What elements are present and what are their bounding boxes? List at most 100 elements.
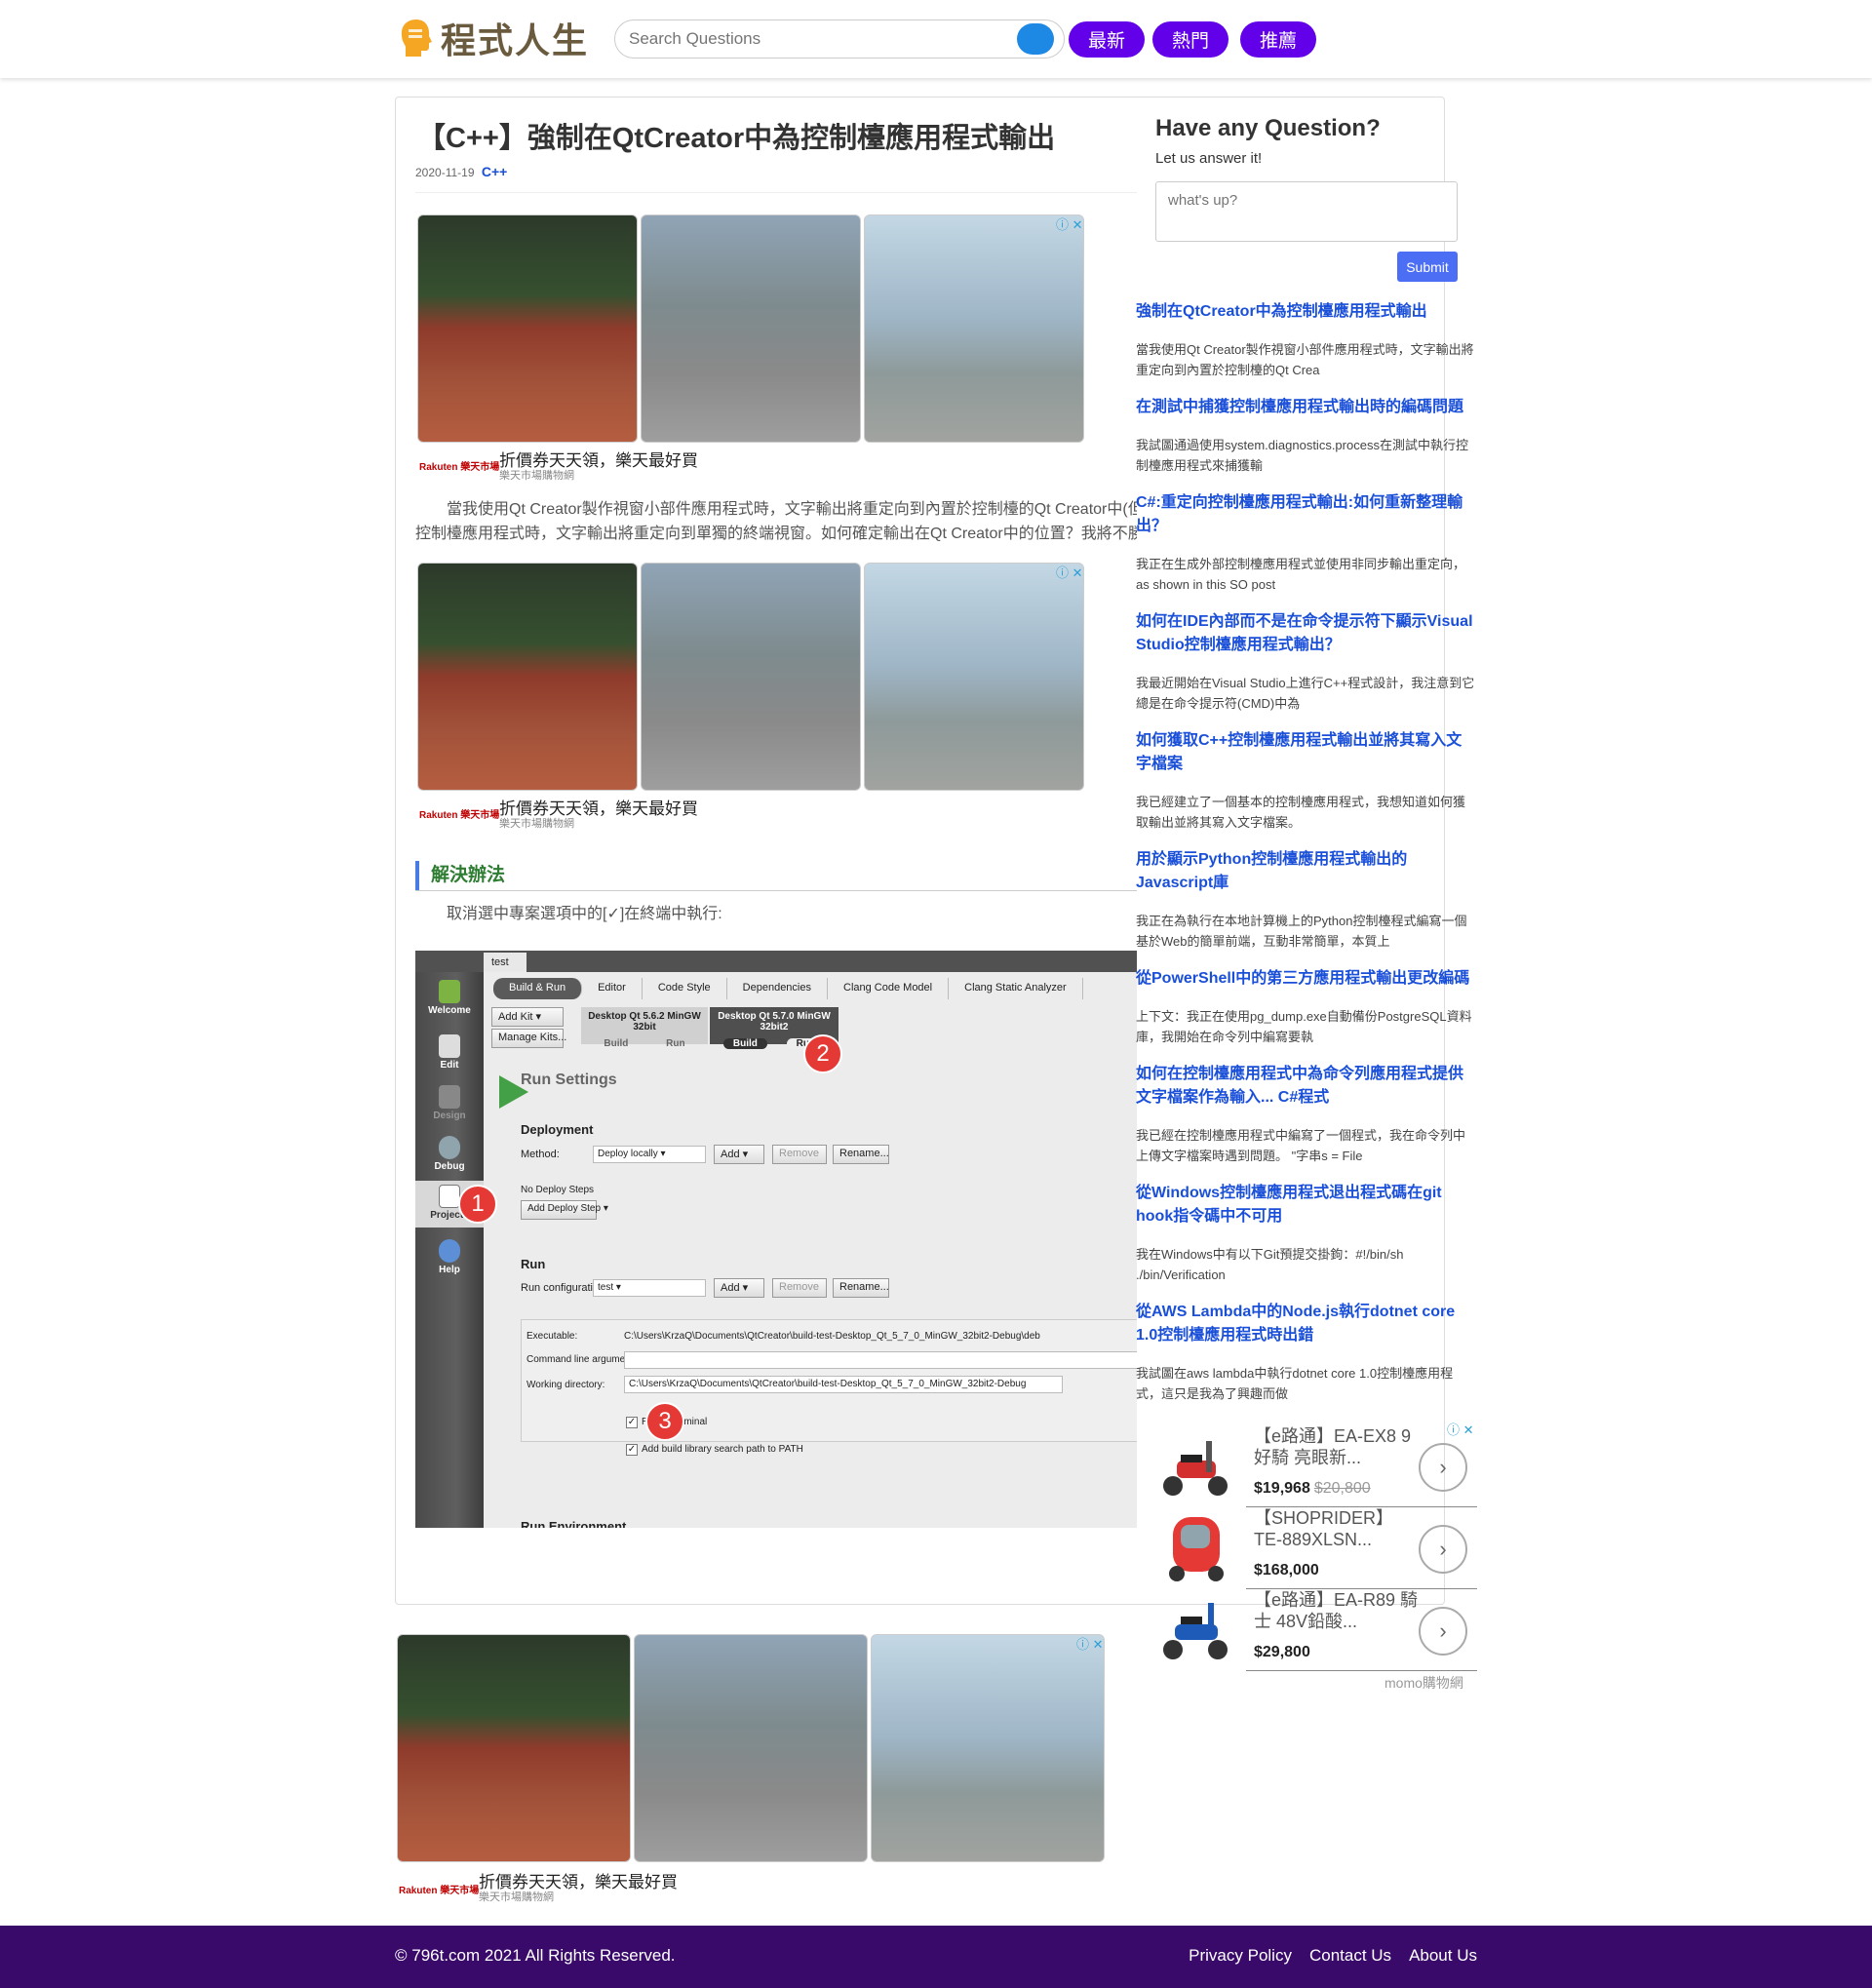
ad-image-tricycle[interactable] [641, 214, 861, 443]
about-us-link[interactable]: About Us [1409, 1946, 1477, 1966]
chevron-right-icon[interactable]: › [1419, 1443, 1467, 1492]
related-link[interactable]: 如何在IDE內部而不是在命令提示符下顯示Visual Studio控制檯應用程式… [1136, 610, 1477, 657]
ad-image-tricycle[interactable] [634, 1634, 868, 1862]
kit-label: Desktop Qt 5.7.0 MinGW 32bit2 [718, 1011, 831, 1033]
rename-button: Rename... [833, 1278, 889, 1298]
working-dir-label: Working directory: [526, 1380, 605, 1390]
chevron-right-icon[interactable]: › [1419, 1525, 1467, 1574]
related-link[interactable]: 從AWS Lambda中的Node.js執行dotnet core 1.0控制檯… [1136, 1301, 1477, 1347]
related-link[interactable]: 如何在控制檯應用程式中為命令列應用程式提供文字檔案作為輸入... C#程式 [1136, 1063, 1477, 1110]
site-header: 程式人生 最新 熱門 推薦 [0, 0, 1872, 78]
divider [1246, 1670, 1477, 1671]
sidebar-label: Help [439, 1265, 460, 1275]
logo-head-icon [398, 18, 435, 58]
category-link[interactable]: C++ [482, 164, 507, 179]
ad-image-blue-tricycle[interactable] [864, 563, 1084, 791]
article-intro-2: 控制檯應用程式時，文字輸出將重定向到單獨的終端視窗。如何確定輸出在Qt Crea… [415, 526, 1137, 542]
privacy-policy-link[interactable]: Privacy Policy [1189, 1946, 1292, 1966]
executable-value: C:\Users\KrzaQ\Documents\QtCreator\build… [624, 1331, 1040, 1342]
ask-title: Have any Question? [1155, 115, 1381, 141]
momo-product[interactable]: 【SHOPRIDER】TE-889XLSN... $168,000 › [1153, 1507, 1477, 1589]
nav-popular-button[interactable]: 熱門 [1152, 21, 1228, 58]
logo-text: 程式人生 [441, 20, 590, 61]
solution-text: 取消選中專案選項中的[✓]在終端中執行: [447, 906, 722, 922]
nav-recommended-button[interactable]: 推薦 [1240, 21, 1316, 58]
related-link[interactable]: 在測試中捕獲控制檯應用程式輸出時的編碼問題 [1136, 396, 1477, 419]
run-config-select: test ▾ [593, 1279, 706, 1297]
related-link[interactable]: C#:重定向控制檯應用程式輸出:如何重新整理輸出？ [1136, 491, 1477, 538]
solution-heading: 解決辦法 [415, 861, 505, 890]
remove-button: Remove [772, 1278, 827, 1298]
ad-close-icon[interactable]: ⓘ ✕ [1056, 214, 1083, 233]
search-input[interactable] [629, 28, 999, 50]
rakuten-logo: Rakuten 樂天市場 [399, 1886, 480, 1896]
ad-banner-2[interactable]: ⓘ ✕ Rakuten 樂天市場 折價券天天領，樂天最好買 樂天市場購物網 [417, 563, 1084, 830]
related-desc: 上下文：我正在使用pg_dump.exe自動備份PostgreSQL資料庫，我開… [1136, 1009, 1472, 1044]
add-button: Add ▾ [714, 1278, 764, 1298]
momo-product-name[interactable]: 【SHOPRIDER】TE-889XLSN... [1254, 1507, 1420, 1550]
design-mode: Design [415, 1085, 484, 1121]
contact-us-link[interactable]: Contact Us [1309, 1946, 1391, 1966]
momo-product[interactable]: 【e路通】EA-EX8 9好騎 亮眼新... $19,968 $20,800 › [1153, 1425, 1477, 1507]
ask-subtitle: Let us answer it! [1155, 150, 1263, 167]
edit-mode: Edit [415, 1034, 484, 1071]
divider [415, 192, 1137, 193]
momo-product[interactable]: 【e路通】EA-R89 騎士 48V鉛酸... $29,800 › [1153, 1589, 1477, 1671]
ad-sub: 樂天市場購物網 [499, 818, 574, 830]
ad-banner-3[interactable]: ⓘ ✕ Rakuten 樂天市場 折價券天天領，樂天最好買 樂天市場購物網 [397, 1634, 1106, 1903]
edit-icon [439, 1034, 460, 1058]
scooter-product-icon[interactable] [1159, 1431, 1233, 1500]
add-build-lib-checkbox: ✓ [626, 1444, 638, 1456]
momo-price: $19,968 $20,800 [1254, 1480, 1371, 1497]
related-desc: 我已經在控制檯應用程式中編寫了一個程式，我在命令列中上傳文字檔案時遇到問題。 "… [1136, 1128, 1466, 1163]
ad-image-scooter[interactable] [417, 563, 638, 791]
tab-clang-static-analyzer: Clang Static Analyzer [949, 978, 1083, 999]
step-badge-2: 2 [803, 1034, 842, 1073]
site-logo[interactable]: 程式人生 [398, 16, 593, 61]
chevron-right-icon[interactable]: › [1419, 1607, 1467, 1656]
ad-close-icon[interactable]: ⓘ ✕ [1056, 563, 1083, 581]
article-meta: 2020-11-19 C++ [415, 164, 507, 179]
submit-button[interactable]: Submit [1397, 252, 1458, 282]
ad-image-tricycle[interactable] [641, 563, 861, 791]
tab-dependencies: Dependencies [727, 978, 828, 999]
deployment-heading: Deployment [521, 1122, 594, 1137]
site-footer: © 796t.com 2021 All Rights Reserved. Pri… [0, 1926, 1872, 1988]
question-textarea[interactable] [1155, 181, 1458, 242]
momo-product-name[interactable]: 【e路通】EA-EX8 9好騎 亮眼新... [1254, 1425, 1420, 1468]
related-link[interactable]: 強制在QtCreator中為控制檯應用程式輸出 [1136, 300, 1477, 324]
step-badge-1: 1 [458, 1185, 497, 1224]
related-link[interactable]: 用於顯示Python控制檯應用程式輸出的Javascript庫 [1136, 848, 1477, 895]
page-title: 【C++】強制在QtCreator中為控制檯應用程式輸出 [417, 123, 1056, 154]
method-label: Method: [521, 1149, 560, 1160]
run-settings-title: Run Settings [521, 1072, 617, 1088]
no-deploy-label: No Deploy Steps [521, 1185, 595, 1195]
sidebar-label: Debug [434, 1161, 465, 1172]
tab-editor: Editor [582, 978, 643, 999]
run-in-terminal-checkbox: ✓ [626, 1417, 638, 1428]
add-deploy-step-button: Add Deploy Step ▾ [521, 1200, 608, 1220]
manage-kits-button: Manage Kits... [491, 1029, 566, 1048]
mobility-scooter-icon[interactable] [1159, 1511, 1233, 1583]
search-button[interactable] [1017, 23, 1054, 55]
design-icon [439, 1085, 460, 1109]
related-desc: 我正在生成外部控制檯應用程式並使用非同步輸出重定向，as shown in th… [1136, 557, 1466, 592]
related-desc: 我試圖在aws lambda中執行dotnet core 1.0控制檯應用程式，… [1136, 1366, 1454, 1401]
related-link[interactable]: 從PowerShell中的第三方應用程式輸出更改編碼 [1136, 967, 1477, 991]
ad-close-icon[interactable]: ⓘ ✕ [1076, 1634, 1104, 1653]
nav-latest-button[interactable]: 最新 [1069, 21, 1145, 58]
blue-scooter-icon[interactable] [1159, 1595, 1233, 1663]
momo-product-name[interactable]: 【e路通】EA-R89 騎士 48V鉛酸... [1254, 1589, 1420, 1632]
help-icon [439, 1239, 460, 1263]
related-link[interactable]: 從Windows控制檯應用程式退出程式碼在git hook指令碼中不可用 [1136, 1182, 1477, 1228]
ad-banner-1[interactable]: ⓘ ✕ Rakuten 樂天市場 折價券天天領，樂天最好買 樂天市場購物網 [417, 214, 1084, 482]
related-link[interactable]: 如何獲取C++控制檯應用程式輸出並將其寫入文字檔案 [1136, 729, 1477, 776]
related-desc: 當我使用Qt Creator製作視窗小部件應用程式時，文字輸出將重定向到內置於控… [1136, 342, 1474, 377]
ad-image-scooter[interactable] [397, 1634, 631, 1862]
ad-image-blue-tricycle[interactable] [864, 214, 1084, 443]
rename-button: Rename... [833, 1145, 889, 1164]
tab-code-style: Code Style [643, 978, 727, 999]
ad-image-blue-tricycle[interactable] [871, 1634, 1105, 1862]
ad-image-scooter[interactable] [417, 214, 638, 443]
copyright: © 796t.com 2021 All Rights Reserved. [395, 1946, 676, 1965]
